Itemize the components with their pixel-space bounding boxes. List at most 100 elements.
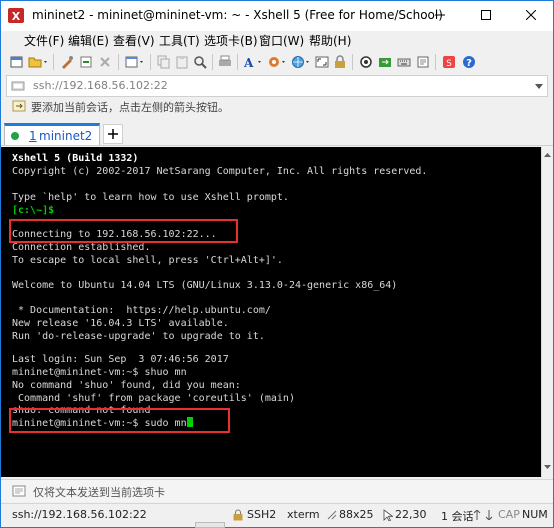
toolbar-separator xyxy=(435,54,436,70)
menu-view[interactable]: 查看(V) xyxy=(113,31,155,51)
print-button[interactable] xyxy=(217,53,233,71)
lock-icon xyxy=(335,55,345,68)
status-bar: ssh://192.168.56.102:22 SSH2 xterm 88x25… xyxy=(1,503,553,526)
tunnel-button[interactable] xyxy=(358,53,374,71)
properties-button[interactable] xyxy=(59,53,75,71)
terminal-line: * Documentation: https://help.ubuntu.com… xyxy=(12,305,271,316)
terminal-line: Welcome to Ubuntu 14.04 LTS (GNU/Linux 3… xyxy=(12,280,398,291)
new-session-icon xyxy=(10,56,23,68)
maximize-button[interactable] xyxy=(463,1,508,29)
close-icon xyxy=(525,10,536,20)
compose-bar: 仅将文本发送到当前选项卡 xyxy=(1,479,553,502)
terminal-line: Last login: Sun Sep 3 07:46:56 2017 xyxy=(12,354,229,365)
add-session-arrow-icon[interactable] xyxy=(12,99,26,113)
send-to-tab-icon[interactable] xyxy=(12,484,26,498)
toolbar-separator xyxy=(237,54,238,70)
find-button[interactable] xyxy=(192,53,208,71)
toolbar: A S ? xyxy=(1,51,553,73)
hint-bar: 要添加当前会话，点击左侧的箭头按钮。 xyxy=(1,97,553,117)
copy-button[interactable] xyxy=(156,53,172,71)
address-dropdown-button[interactable] xyxy=(533,79,545,93)
lock-icon xyxy=(233,509,243,521)
window-title: mininet2 - mininet@mininet-vm: ~ - Xshel… xyxy=(32,8,443,22)
svg-text:S: S xyxy=(446,59,452,69)
fullscreen-icon xyxy=(315,56,329,68)
properties-icon xyxy=(62,56,73,69)
highlight-box-sudo-mn xyxy=(9,408,230,433)
toolbar-separator xyxy=(118,54,119,70)
transfer-button[interactable] xyxy=(377,53,393,71)
background-window-edge xyxy=(195,522,225,528)
menu-file[interactable]: 文件(F) xyxy=(24,31,64,51)
terminal-line: Xshell 5 (Build 1332) xyxy=(12,153,139,164)
status-size: 88x25 xyxy=(339,508,374,521)
terminal-line: Run 'do-release-upgrade' to upgrade to i… xyxy=(12,331,265,342)
disconnect-icon xyxy=(100,57,110,67)
keyboard-button[interactable] xyxy=(396,53,412,71)
scroll-down-button[interactable] xyxy=(542,461,553,473)
menu-window[interactable]: 窗口(W) xyxy=(259,31,304,51)
transfer-icon xyxy=(379,58,391,67)
status-caps-lock: CAP xyxy=(498,508,520,521)
terminal-line: To escape to local shell, press 'Ctrl+Al… xyxy=(12,255,283,266)
add-tab-button[interactable] xyxy=(103,124,123,144)
status-protocol: SSH2 xyxy=(247,508,277,521)
help-icon: ? xyxy=(463,56,475,69)
tunnel-icon xyxy=(360,56,372,68)
minimize-button[interactable] xyxy=(417,1,462,29)
compose-input[interactable]: 仅将文本发送到当前选项卡 xyxy=(33,484,165,500)
toolbar-separator xyxy=(212,54,213,70)
arrow-down-icon[interactable] xyxy=(485,510,493,520)
terminal-line: Copyright (c) 2002-2017 NetSarang Comput… xyxy=(12,166,428,177)
tab-mininet2[interactable]: 1 mininet2 xyxy=(4,123,100,145)
menu-tools[interactable]: 工具(T) xyxy=(159,31,200,51)
print-icon xyxy=(219,55,231,66)
compose-button[interactable] xyxy=(415,53,431,71)
scroll-up-button[interactable] xyxy=(542,149,553,161)
connect-icon xyxy=(80,56,92,68)
svg-text:?: ? xyxy=(466,58,472,69)
terminal-line: New release '16.04.3 LTS' available. xyxy=(12,318,229,329)
fullscreen-button[interactable] xyxy=(314,53,330,71)
svg-text:A: A xyxy=(243,56,254,69)
terminal-line: mininet@mininet-vm:~$ shuo mn xyxy=(12,367,187,378)
arrow-up-icon xyxy=(544,153,551,157)
new-session-button[interactable] xyxy=(9,53,25,71)
globe-button[interactable] xyxy=(290,53,312,71)
lock-button[interactable] xyxy=(332,53,348,71)
connect-button[interactable] xyxy=(78,53,94,71)
copy-icon xyxy=(157,55,170,69)
session-link-icon xyxy=(11,81,25,91)
hint-text: 要添加当前会话，点击左侧的箭头按钮。 xyxy=(31,101,229,114)
font-icon: A xyxy=(243,56,261,69)
font-button[interactable]: A xyxy=(242,53,264,71)
disconnect-button[interactable] xyxy=(97,53,113,71)
open-folder-button[interactable] xyxy=(27,53,49,71)
title-bar[interactable]: X mininet2 - mininet@mininet-vm: ~ - Xsh… xyxy=(1,1,553,31)
address-input[interactable]: ssh://192.168.56.102:22 xyxy=(33,79,168,92)
chevron-down-icon xyxy=(535,83,543,89)
globe-icon xyxy=(292,56,309,68)
menu-help[interactable]: 帮助(H) xyxy=(309,31,351,51)
menu-bar: 文件(F) 编辑(E) 查看(V) 工具(T) 选项卡(B) 窗口(W) 帮助(… xyxy=(1,31,553,51)
toolbar-separator xyxy=(150,54,151,70)
terminal-scrollbar[interactable] xyxy=(541,147,553,477)
arrow-up-icon[interactable] xyxy=(473,510,481,520)
tab-label: mininet2 xyxy=(39,129,93,143)
svg-text:X: X xyxy=(12,10,21,23)
paste-button[interactable] xyxy=(174,53,190,71)
address-bar[interactable]: ssh://192.168.56.102:22 xyxy=(6,75,548,97)
help-button[interactable]: ? xyxy=(461,53,477,71)
color-scheme-button[interactable] xyxy=(266,53,288,71)
find-icon xyxy=(194,56,207,69)
arrow-down-icon xyxy=(544,465,551,469)
xshell-window: X mininet2 - mininet@mininet-vm: ~ - Xsh… xyxy=(0,0,554,528)
new-window-icon xyxy=(125,56,143,68)
new-window-button[interactable] xyxy=(124,53,146,71)
open-folder-icon xyxy=(28,57,47,68)
status-cursor-pos: 22,30 xyxy=(395,508,427,521)
menu-edit[interactable]: 编辑(E) xyxy=(68,31,109,51)
close-button[interactable] xyxy=(508,1,553,29)
script-button[interactable]: S xyxy=(441,53,457,71)
menu-tabs[interactable]: 选项卡(B) xyxy=(204,31,258,51)
